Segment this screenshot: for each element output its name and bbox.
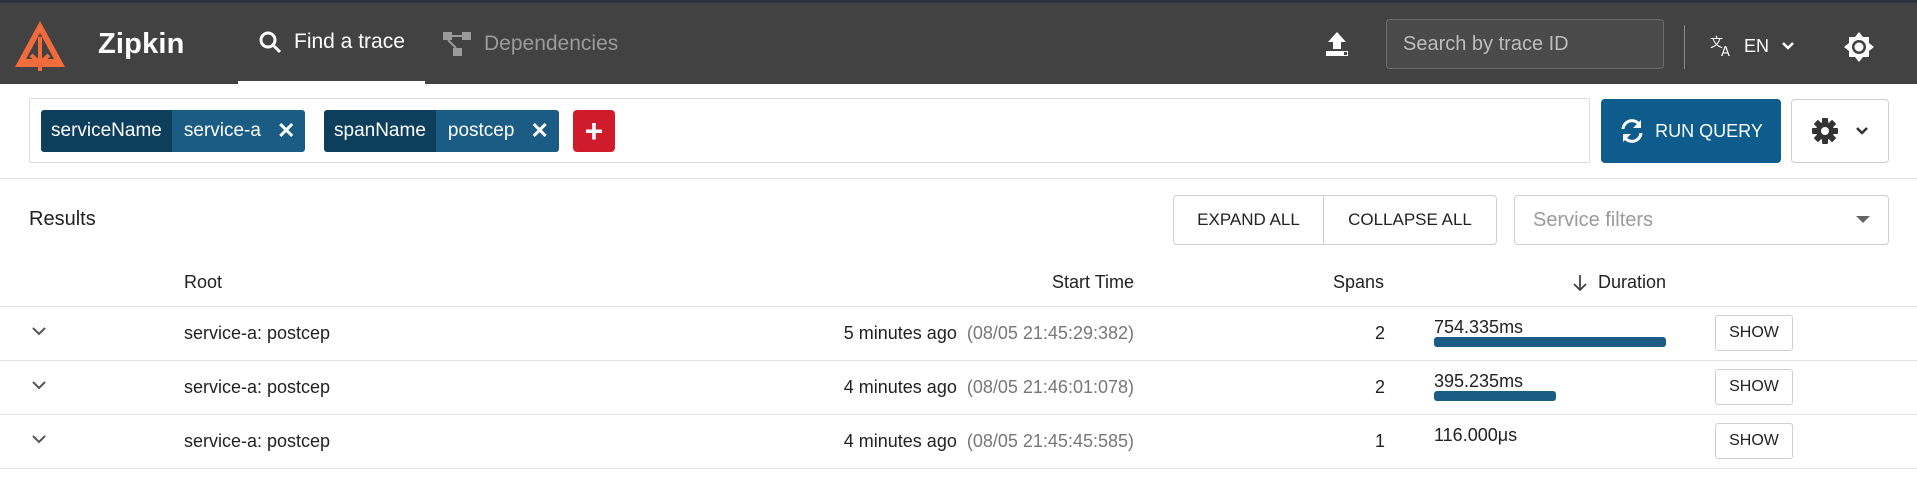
show-trace-button[interactable]: SHOW: [1715, 369, 1793, 405]
tab-find-trace[interactable]: Find a trace: [238, 3, 425, 84]
dropdown-caret-icon: [1856, 216, 1870, 223]
trace-id-search-input[interactable]: [1386, 19, 1664, 69]
gear-icon: [1812, 118, 1838, 144]
search-icon: [259, 31, 282, 54]
chip-key: spanName: [324, 110, 436, 152]
chip-key: serviceName: [41, 110, 172, 152]
expand-collapse-group: EXPAND ALL COLLAPSE ALL: [1173, 195, 1497, 245]
run-query-button[interactable]: RUN QUERY: [1601, 99, 1781, 163]
criteria-chip-span-name[interactable]: spanName postcep ✕: [324, 110, 559, 152]
row-spans: 2: [1375, 377, 1386, 397]
duration-bar: [1434, 337, 1666, 347]
arrow-down-icon: [1573, 274, 1587, 291]
service-filters-select[interactable]: Service filters: [1514, 195, 1889, 245]
row-root: service-a: postcep: [184, 431, 331, 451]
row-start-time: 4 minutes ago (08/05 21:46:01:078): [844, 377, 1134, 398]
refresh-icon: [1621, 119, 1643, 143]
relative-time: 4 minutes ago: [843, 431, 957, 451]
row-duration: 395.235ms: [1434, 371, 1524, 391]
column-header-duration[interactable]: Duration: [1572, 272, 1666, 293]
chevron-down-icon[interactable]: [30, 325, 48, 337]
close-icon[interactable]: ✕: [526, 110, 559, 152]
chevron-down-icon: [1782, 42, 1794, 50]
divider: [0, 306, 1917, 307]
upload-icon[interactable]: [1323, 30, 1351, 58]
query-criteria-bar[interactable]: serviceName service-a ✕ spanName postcep…: [29, 98, 1590, 163]
theme-toggle-icon[interactable]: [1843, 31, 1875, 63]
expand-all-button[interactable]: EXPAND ALL: [1174, 196, 1324, 244]
absolute-time: (08/05 21:46:01:078): [966, 377, 1134, 397]
duration-bar: [1434, 391, 1556, 401]
chevron-down-icon[interactable]: [30, 433, 48, 445]
row-duration: 754.335ms: [1434, 317, 1524, 337]
divider: [0, 360, 1917, 361]
row-start-time: 5 minutes ago (08/05 21:45:29:382): [844, 323, 1134, 344]
show-trace-button[interactable]: SHOW: [1715, 315, 1793, 351]
collapse-all-button[interactable]: COLLAPSE ALL: [1324, 196, 1496, 244]
chip-value: postcep: [435, 110, 527, 152]
column-header-root[interactable]: Root: [184, 272, 222, 293]
absolute-time: (08/05 21:45:29:382): [966, 323, 1134, 343]
service-filters-placeholder: Service filters: [1533, 208, 1654, 231]
chevron-down-icon: [1856, 127, 1868, 135]
divider: [0, 468, 1917, 469]
relative-time: 5 minutes ago: [843, 323, 957, 343]
absolute-time: (08/05 21:45:45:585): [966, 431, 1134, 451]
row-spans: 1: [1375, 431, 1386, 451]
criteria-chip-service-name[interactable]: serviceName service-a ✕: [41, 110, 306, 152]
row-start-time: 4 minutes ago (08/05 21:45:45:585): [844, 431, 1134, 452]
translate-icon: 文 A: [1710, 36, 1730, 58]
app-title[interactable]: Zipkin: [98, 28, 185, 61]
run-query-label: RUN QUERY: [1655, 120, 1763, 141]
chevron-down-icon[interactable]: [30, 379, 48, 391]
row-root: service-a: postcep: [184, 377, 331, 397]
dependency-graph-icon: [443, 31, 471, 56]
tab-label: Dependencies: [484, 31, 619, 55]
divider: [0, 178, 1917, 179]
chip-value: service-a: [171, 110, 273, 152]
results-heading: Results: [29, 208, 96, 230]
duration-header-label: Duration: [1598, 272, 1667, 292]
query-settings-button[interactable]: [1791, 99, 1889, 163]
relative-time: 4 minutes ago: [843, 377, 957, 397]
language-label: EN: [1744, 35, 1770, 56]
top-bar: Zipkin Find a trace Dependencies 文 A EN: [0, 0, 1917, 84]
row-root: service-a: postcep: [184, 323, 331, 343]
tab-dependencies[interactable]: Dependencies: [442, 3, 618, 84]
divider: [0, 414, 1917, 415]
close-icon[interactable]: ✕: [272, 110, 306, 152]
show-trace-button[interactable]: SHOW: [1715, 423, 1793, 459]
add-criteria-button[interactable]: +: [573, 110, 615, 152]
column-header-start-time[interactable]: Start Time: [1052, 272, 1134, 293]
svg-text:A: A: [1721, 45, 1730, 58]
divider: [1684, 25, 1685, 69]
language-selector[interactable]: 文 A EN: [1710, 34, 1795, 58]
column-header-spans[interactable]: Spans: [1333, 272, 1384, 293]
zipkin-logo-icon[interactable]: [13, 19, 67, 73]
tab-label: Find a trace: [294, 30, 405, 53]
row-duration: 116.000μs: [1434, 425, 1518, 445]
row-spans: 2: [1375, 323, 1386, 343]
